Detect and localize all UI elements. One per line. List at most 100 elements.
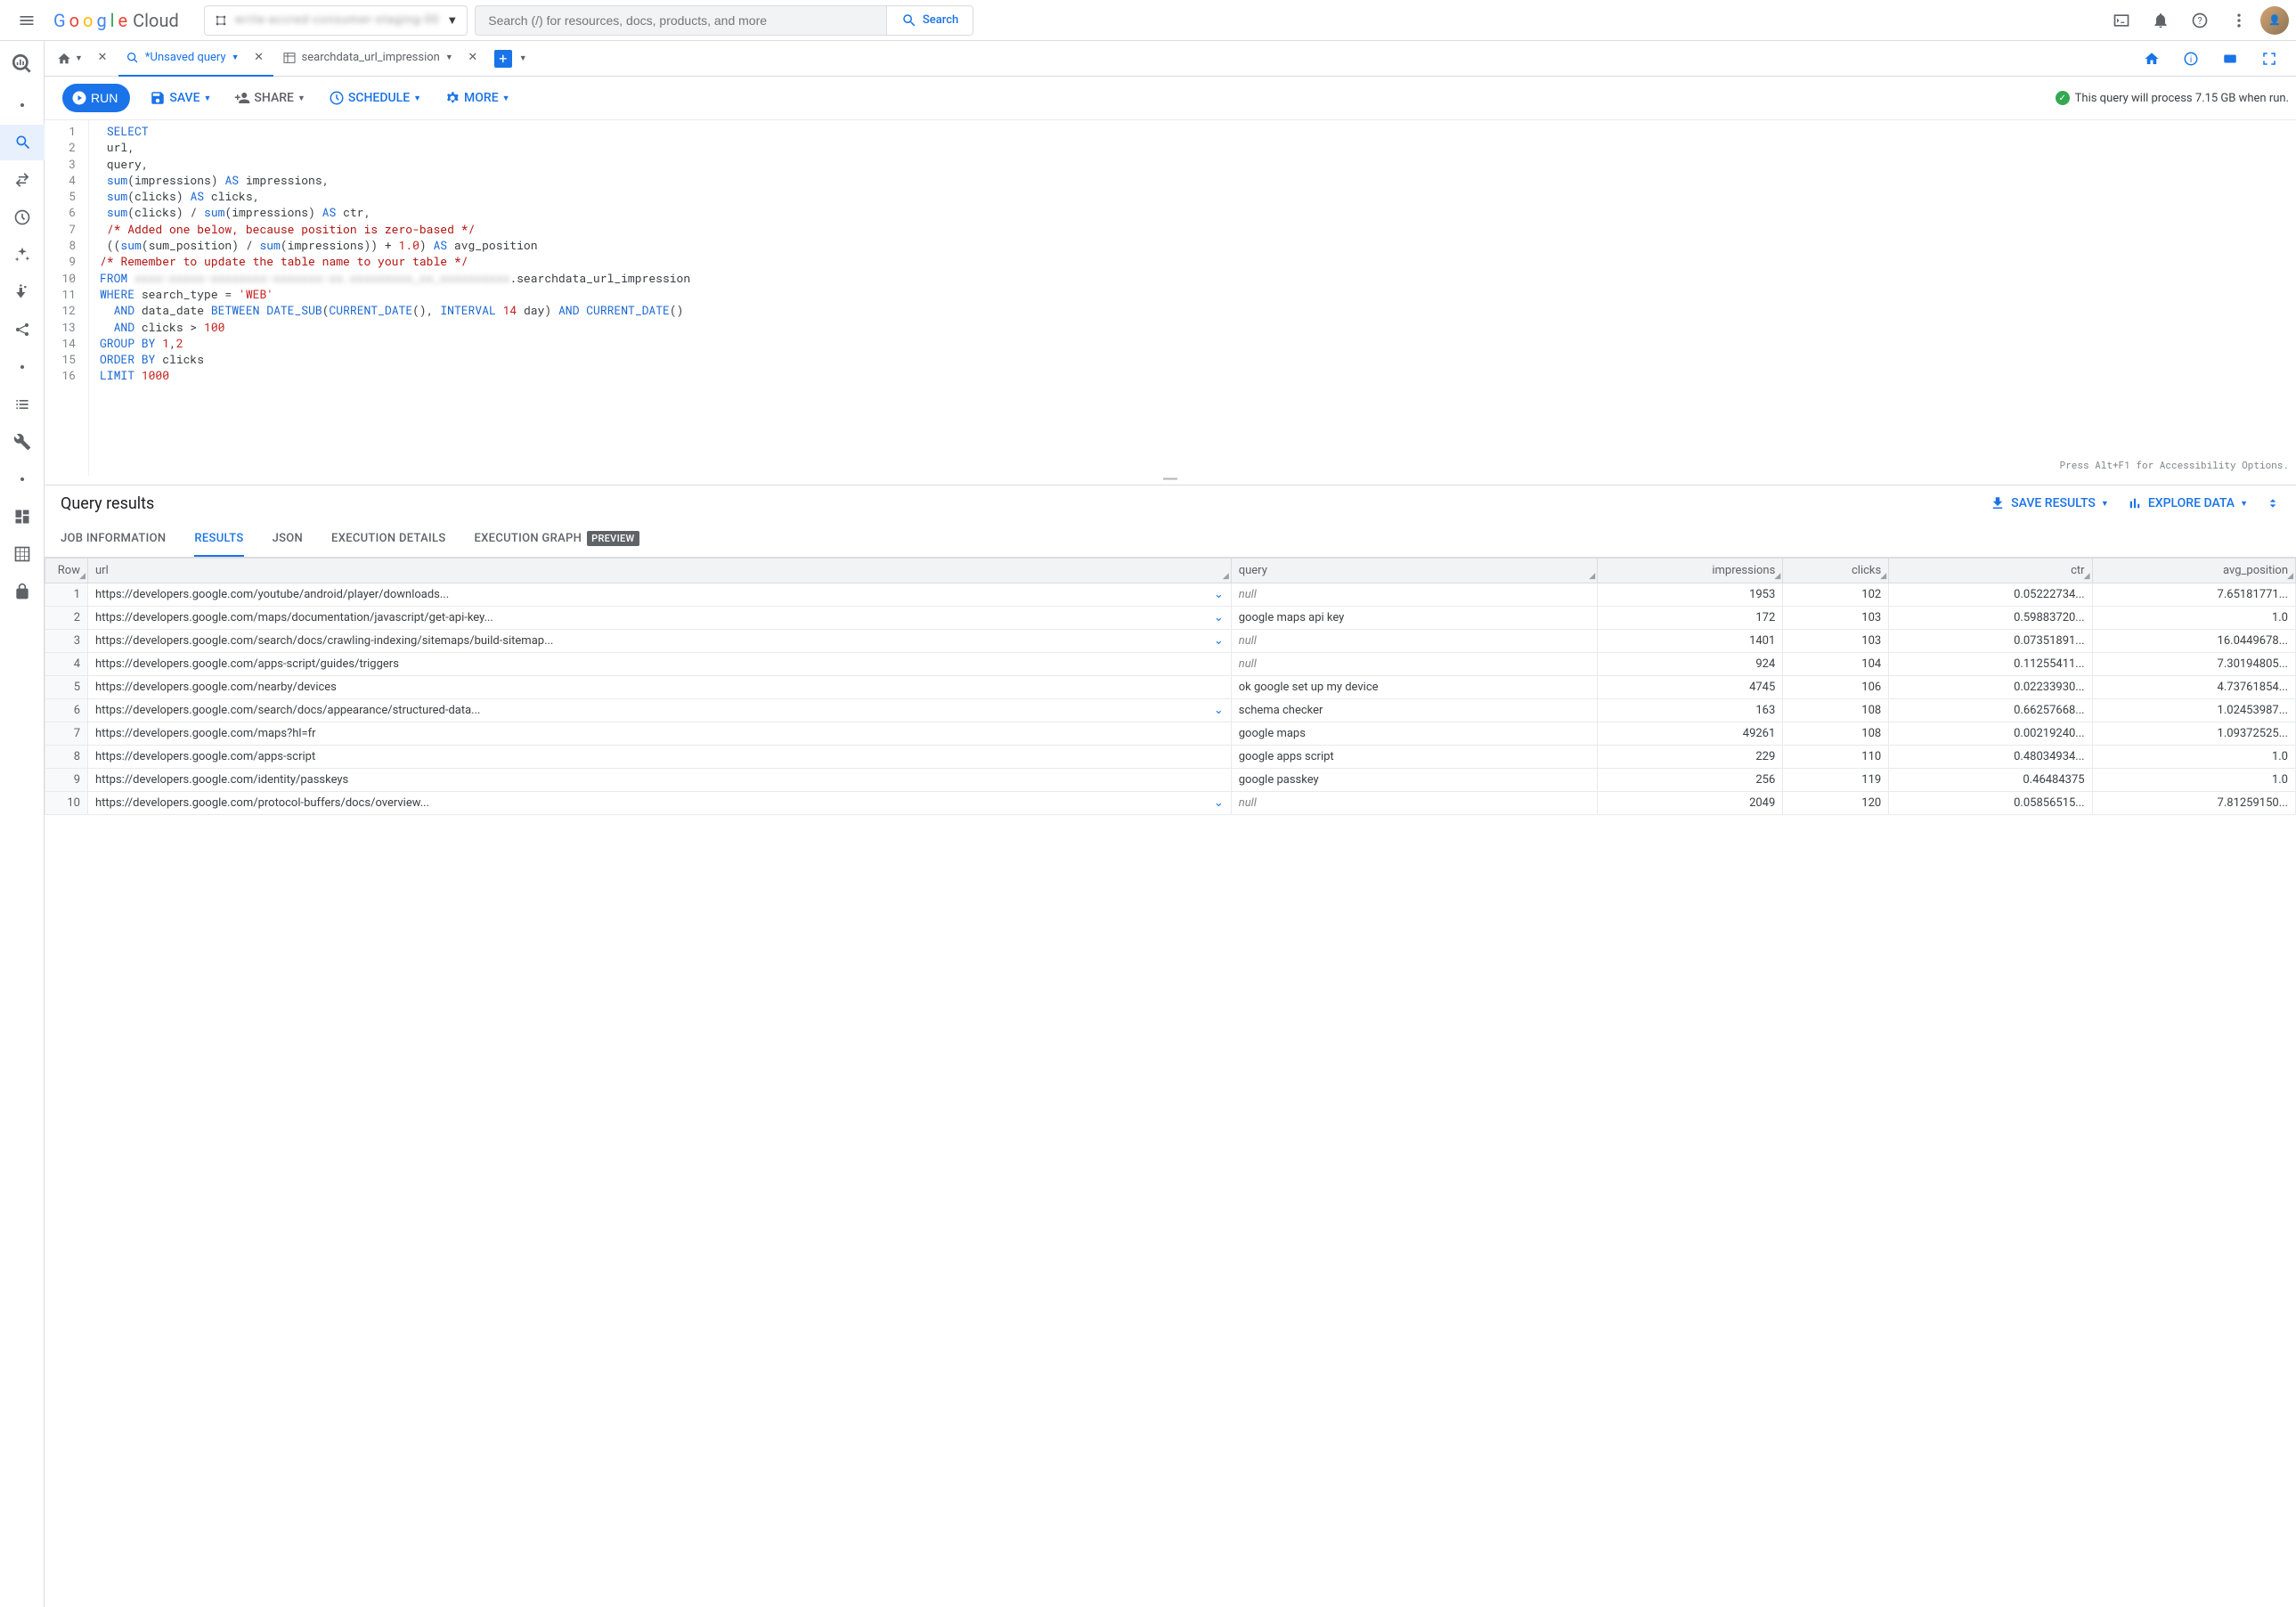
chevron-down-icon: ▼ xyxy=(232,53,240,62)
run-button[interactable]: RUN xyxy=(62,84,130,112)
save-button[interactable]: SAVE ▼ xyxy=(146,84,215,112)
col-ctr[interactable]: ctr◢ xyxy=(1889,558,2092,583)
cell-query[interactable]: schema checker xyxy=(1231,698,1597,722)
tab-execution-details[interactable]: EXECUTION DETAILS xyxy=(331,522,445,557)
rail-migration[interactable] xyxy=(4,274,40,310)
line-gutter: 12345678910111213141516 xyxy=(45,120,89,476)
tabbar-info-icon[interactable]: i xyxy=(2173,41,2209,77)
share-button[interactable]: SHARE ▼ xyxy=(231,84,308,112)
person-add-icon xyxy=(234,90,250,106)
cell-query[interactable]: null xyxy=(1231,652,1597,675)
cell-impressions: 172 xyxy=(1598,606,1783,629)
help-button[interactable]: ? xyxy=(2182,3,2218,38)
rail-bi[interactable] xyxy=(4,499,40,534)
table-row[interactable]: 3https://developers.google.com/search/do… xyxy=(45,629,2296,652)
cell-query[interactable]: google apps script xyxy=(1231,745,1597,768)
rail-dot-3[interactable] xyxy=(4,461,40,497)
table-row[interactable]: 7https://developers.google.com/maps?hl=f… xyxy=(45,722,2296,745)
code-area[interactable]: SELECT url, query, sum(impressions) AS i… xyxy=(89,120,2296,476)
rail-analytics[interactable] xyxy=(4,237,40,273)
cell-url[interactable]: https://developers.google.com/apps-scrip… xyxy=(88,652,1232,675)
chevron-down-icon[interactable]: ▼ xyxy=(519,53,527,63)
tabbar-keyboard-icon[interactable] xyxy=(2212,41,2248,77)
cell-query[interactable]: google maps api key xyxy=(1231,606,1597,629)
tabbar-fullscreen-icon[interactable] xyxy=(2251,41,2287,77)
row-number: 1 xyxy=(45,583,88,606)
project-picker[interactable]: write-accred-consumer-staging-00 ▼ xyxy=(204,5,468,36)
search-button[interactable]: Search xyxy=(886,6,973,35)
rail-scheduled[interactable] xyxy=(4,200,40,235)
cell-avg-position: 4.73761854... xyxy=(2092,675,2295,698)
cell-url[interactable]: https://developers.google.com/search/doc… xyxy=(88,629,1232,652)
tab-close-home[interactable]: ✕ xyxy=(88,41,117,77)
cell-url[interactable]: https://developers.google.com/nearby/dev… xyxy=(88,675,1232,698)
rail-share[interactable] xyxy=(4,312,40,347)
cell-url[interactable]: https://developers.google.com/youtube/an… xyxy=(88,583,1232,606)
cell-query[interactable]: null xyxy=(1231,791,1597,814)
search-input[interactable] xyxy=(476,6,886,35)
rail-settings[interactable] xyxy=(4,424,40,460)
more-button[interactable] xyxy=(2221,3,2257,38)
more-button[interactable]: MORE ▼ xyxy=(441,84,514,112)
cell-url[interactable]: https://developers.google.com/apps-scrip… xyxy=(88,745,1232,768)
rail-dot-2[interactable] xyxy=(4,349,40,385)
cell-url[interactable]: https://developers.google.com/maps/docum… xyxy=(88,606,1232,629)
col-avg-position[interactable]: avg_position◢ xyxy=(2092,558,2295,583)
tab-job-information[interactable]: JOB INFORMATION xyxy=(61,522,166,557)
cell-query[interactable]: null xyxy=(1231,629,1597,652)
schedule-button[interactable]: SCHEDULE ▼ xyxy=(325,84,425,112)
col-clicks[interactable]: clicks◢ xyxy=(1783,558,1889,583)
logo[interactable]: Google Cloud xyxy=(53,10,179,31)
table-row[interactable]: 9https://developers.google.com/identity/… xyxy=(45,768,2296,791)
tab-execution-graph[interactable]: EXECUTION GRAPHPREVIEW xyxy=(475,522,639,557)
table-row[interactable]: 10https://developers.google.com/protocol… xyxy=(45,791,2296,814)
save-results-button[interactable]: SAVE RESULTS ▼ xyxy=(1990,495,2109,511)
cell-url[interactable]: https://developers.google.com/protocol-b… xyxy=(88,791,1232,814)
rail-list[interactable] xyxy=(4,387,40,422)
avatar[interactable]: 👤 xyxy=(2260,6,2289,35)
tab-table[interactable]: searchdata_url_impression ▼ ✕ xyxy=(275,41,487,77)
hamburger-menu[interactable] xyxy=(7,1,46,40)
topbar: Google Cloud write-accred-consumer-stagi… xyxy=(0,0,2296,41)
table-row[interactable]: 2https://developers.google.com/maps/docu… xyxy=(45,606,2296,629)
cell-query[interactable]: google maps xyxy=(1231,722,1597,745)
sql-editor[interactable]: 12345678910111213141516 SELECT url, quer… xyxy=(45,119,2296,476)
table-row[interactable]: 1https://developers.google.com/youtube/a… xyxy=(45,583,2296,606)
row-number: 6 xyxy=(45,698,88,722)
col-url[interactable]: url◢ xyxy=(88,558,1232,583)
rail-dot-1[interactable] xyxy=(4,87,40,123)
cell-avg-position: 7.65181771... xyxy=(2092,583,2295,606)
cell-url[interactable]: https://developers.google.com/identity/p… xyxy=(88,768,1232,791)
rail-partner[interactable] xyxy=(4,536,40,572)
cell-query[interactable]: ok google set up my device xyxy=(1231,675,1597,698)
collapse-toggle[interactable] xyxy=(2266,496,2280,510)
tab-home[interactable]: ▼ xyxy=(53,52,86,66)
table-row[interactable]: 6https://developers.google.com/search/do… xyxy=(45,698,2296,722)
cell-clicks: 108 xyxy=(1783,722,1889,745)
tabbar-home-icon[interactable] xyxy=(2134,41,2170,77)
close-icon[interactable]: ✕ xyxy=(466,51,480,65)
rail-sql[interactable] xyxy=(0,125,45,160)
cell-query[interactable]: null xyxy=(1231,583,1597,606)
close-icon[interactable]: ✕ xyxy=(252,51,266,65)
cell-query[interactable]: google passkey xyxy=(1231,768,1597,791)
cloud-shell-button[interactable] xyxy=(2104,3,2139,38)
explore-data-button[interactable]: EXPLORE DATA ▼ xyxy=(2127,495,2248,511)
cell-url[interactable]: https://developers.google.com/maps?hl=fr xyxy=(88,722,1232,745)
col-impressions[interactable]: impressions◢ xyxy=(1598,558,1783,583)
rail-lock[interactable] xyxy=(4,574,40,609)
cell-url[interactable]: https://developers.google.com/search/doc… xyxy=(88,698,1232,722)
col-query[interactable]: query◢ xyxy=(1231,558,1597,583)
table-row[interactable]: 4https://developers.google.com/apps-scri… xyxy=(45,652,2296,675)
notifications-button[interactable] xyxy=(2143,3,2178,38)
col-row[interactable]: Row◢ xyxy=(45,558,88,583)
drag-handle[interactable]: ━━ xyxy=(45,476,2296,485)
tab-results[interactable]: RESULTS xyxy=(194,522,243,557)
bigquery-icon[interactable] xyxy=(4,46,40,82)
rail-transfers[interactable] xyxy=(4,162,40,198)
table-row[interactable]: 8https://developers.google.com/apps-scri… xyxy=(45,745,2296,768)
new-tab-button[interactable]: + xyxy=(494,50,512,68)
tab-unsaved-query[interactable]: *Unsaved query ▼ ✕ xyxy=(118,41,273,77)
tab-json[interactable]: JSON xyxy=(273,522,303,557)
table-row[interactable]: 5https://developers.google.com/nearby/de… xyxy=(45,675,2296,698)
